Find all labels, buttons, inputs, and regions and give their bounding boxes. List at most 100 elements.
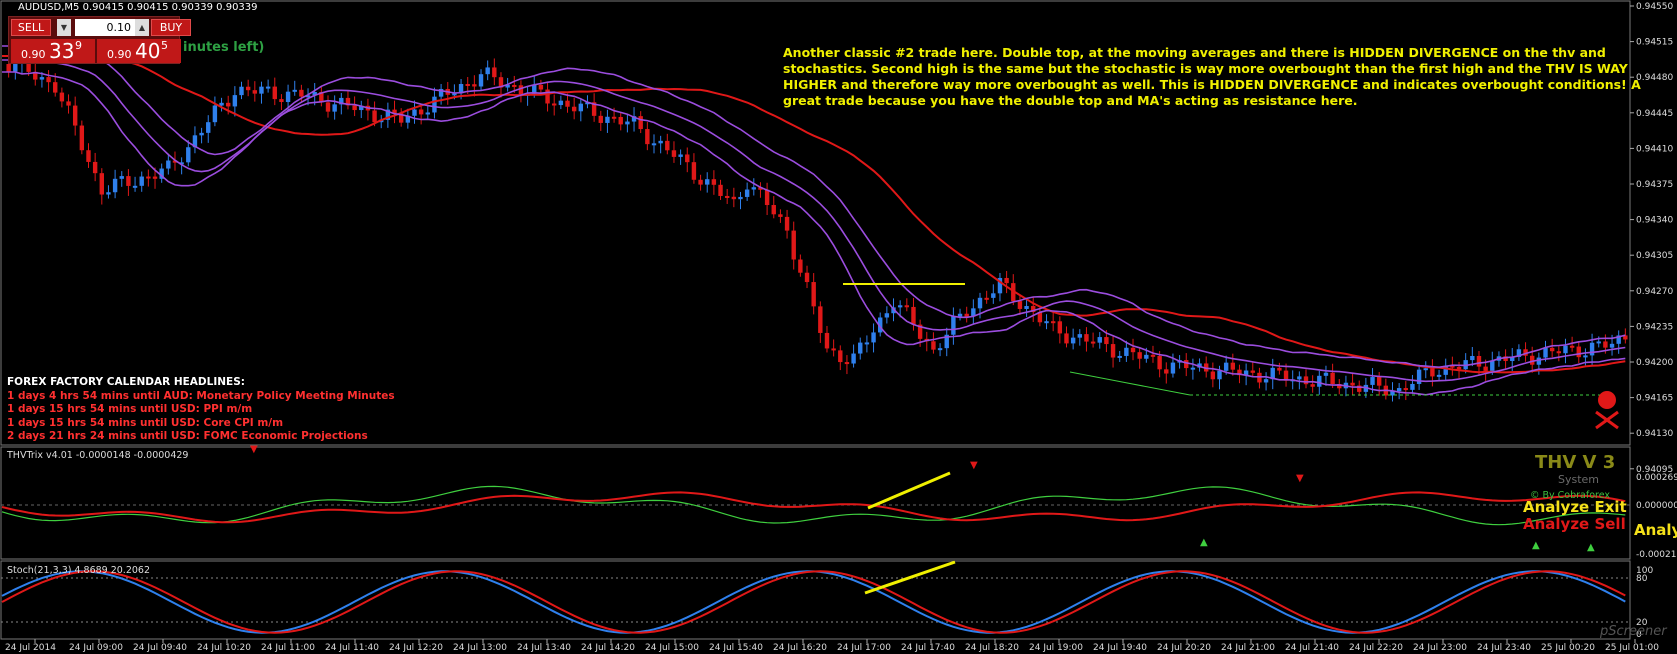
candle-body <box>1077 334 1082 338</box>
sell-arrow-icon: ▼ <box>250 444 258 455</box>
chart-title: AUDUSD,M5 0.90415 0.90415 0.90339 0.9033… <box>18 2 258 13</box>
candle-body <box>904 305 910 308</box>
candle-body <box>1144 354 1149 359</box>
candle-body <box>804 272 810 283</box>
candle-body <box>705 179 710 185</box>
candle-body <box>265 86 271 89</box>
candle-body <box>425 112 430 115</box>
candle-body <box>272 86 277 100</box>
thv-indicator-label: THVTrix v4.01 -0.0000148 -0.0000429 <box>7 450 189 461</box>
trade-annotation: Another classic #2 trade here. Double to… <box>783 45 1641 108</box>
candle-body <box>1084 334 1089 342</box>
time-axis-label: 24 Jul 21:00 <box>1221 643 1275 653</box>
time-axis-label: 24 Jul 20:20 <box>1157 643 1211 653</box>
candle-body <box>1476 356 1482 367</box>
candle-body <box>605 116 610 123</box>
candle-body <box>1024 306 1029 309</box>
candle-body <box>731 196 737 200</box>
candle-body <box>1110 344 1116 358</box>
candle-body <box>1543 347 1548 358</box>
candle-body <box>1569 345 1575 348</box>
buy-arrow-icon: ▲ <box>1532 540 1540 551</box>
sell-price-button[interactable]: 0.90 33 9 <box>11 39 95 63</box>
price-axis-label: 0.94550 <box>1636 2 1673 12</box>
candle-body <box>292 89 297 92</box>
candle-body <box>1609 343 1615 348</box>
thv-axis-label: 0.000000 <box>1636 501 1677 511</box>
candle-body <box>1556 351 1562 354</box>
time-axis-label: 24 Jul 23:40 <box>1477 643 1531 653</box>
candle-body <box>1004 277 1009 284</box>
candle-body <box>1297 376 1302 380</box>
candle-body <box>571 106 577 112</box>
candle-body <box>831 348 836 351</box>
candle-body <box>432 96 437 113</box>
lot-increase-icon[interactable]: ▲ <box>135 19 149 36</box>
support-line <box>1069 371 1191 396</box>
candle-body <box>1403 388 1408 391</box>
one-click-trading-panel: SELL ▼ 0.10 ▲ BUY 0.90 33 9 0.90 40 5 <box>8 16 191 64</box>
candle-body <box>1223 362 1229 371</box>
candle-body <box>1589 342 1595 356</box>
time-axis-label: 24 Jul 17:00 <box>837 643 891 653</box>
candle-body <box>957 313 963 317</box>
sell-price-big: 33 <box>49 39 75 63</box>
candle-body <box>678 154 683 157</box>
buy-button[interactable]: BUY <box>151 19 191 36</box>
candle-body <box>1596 341 1601 344</box>
lot-decrease-icon[interactable]: ▼ <box>57 19 71 36</box>
candle-body <box>764 189 770 206</box>
candle-body <box>1017 301 1023 309</box>
candle-body <box>1456 366 1462 370</box>
buy-price-big: 40 <box>135 39 161 63</box>
candle-body <box>418 109 424 115</box>
lot-size-input[interactable]: 0.10 <box>75 19 135 36</box>
time-axis-label: 24 Jul 15:00 <box>645 643 699 653</box>
candle-body <box>112 178 118 193</box>
candle-body <box>1310 384 1315 387</box>
thv-axis-label: 0.000269 <box>1636 473 1677 483</box>
time-axis-label: 24 Jul 09:40 <box>133 643 187 653</box>
candle-body <box>1230 362 1236 370</box>
sell-arrow-icon: ▼ <box>970 460 978 471</box>
candle-body <box>1396 388 1402 392</box>
candle-body <box>951 316 956 335</box>
time-axis-label: 24 Jul 09:00 <box>69 643 123 653</box>
candle-body <box>638 116 643 130</box>
candle-body <box>778 214 783 217</box>
candle-body <box>299 89 304 97</box>
buy-price-button[interactable]: 0.90 40 5 <box>97 39 181 63</box>
skull-icon <box>1598 391 1616 409</box>
candle-body <box>698 179 703 185</box>
candle-body <box>72 105 78 126</box>
candle-body <box>245 86 251 91</box>
candle-body <box>538 84 544 90</box>
time-axis-label: 24 Jul 22:20 <box>1349 643 1403 653</box>
candle-body <box>166 160 171 169</box>
time-axis-label: 24 Jul 18:20 <box>965 643 1019 653</box>
candle-body <box>1210 371 1216 380</box>
thv-divergence-line <box>867 471 951 510</box>
candle-body <box>685 154 690 163</box>
time-axis-label: 24 Jul 23:00 <box>1413 643 1467 653</box>
candle-body <box>1150 354 1156 357</box>
candle-body <box>984 297 989 300</box>
price-axis-label: 0.94130 <box>1636 429 1673 439</box>
candle-body <box>1050 321 1056 324</box>
sell-button[interactable]: SELL <box>11 19 51 36</box>
candle-body <box>578 103 584 112</box>
buy-arrow-icon: ▲ <box>1200 537 1208 548</box>
candle-body <box>771 205 776 215</box>
candle-body <box>1350 382 1355 386</box>
candle-body <box>858 342 863 354</box>
time-axis-label: 24 Jul 19:00 <box>1029 643 1083 653</box>
candle-body <box>226 102 231 107</box>
candle-body <box>718 184 723 196</box>
calendar-item: 2 days 21 hrs 24 mins until USD: FOMC Ec… <box>7 430 368 442</box>
forex-factory-headlines: FOREX FACTORY CALENDAR HEADLINES: 1 days… <box>7 376 395 444</box>
candle-body <box>1117 355 1122 358</box>
candle-body <box>1070 337 1076 344</box>
candle-body <box>724 195 730 198</box>
candle-body <box>871 332 876 343</box>
candle-body <box>39 77 45 80</box>
